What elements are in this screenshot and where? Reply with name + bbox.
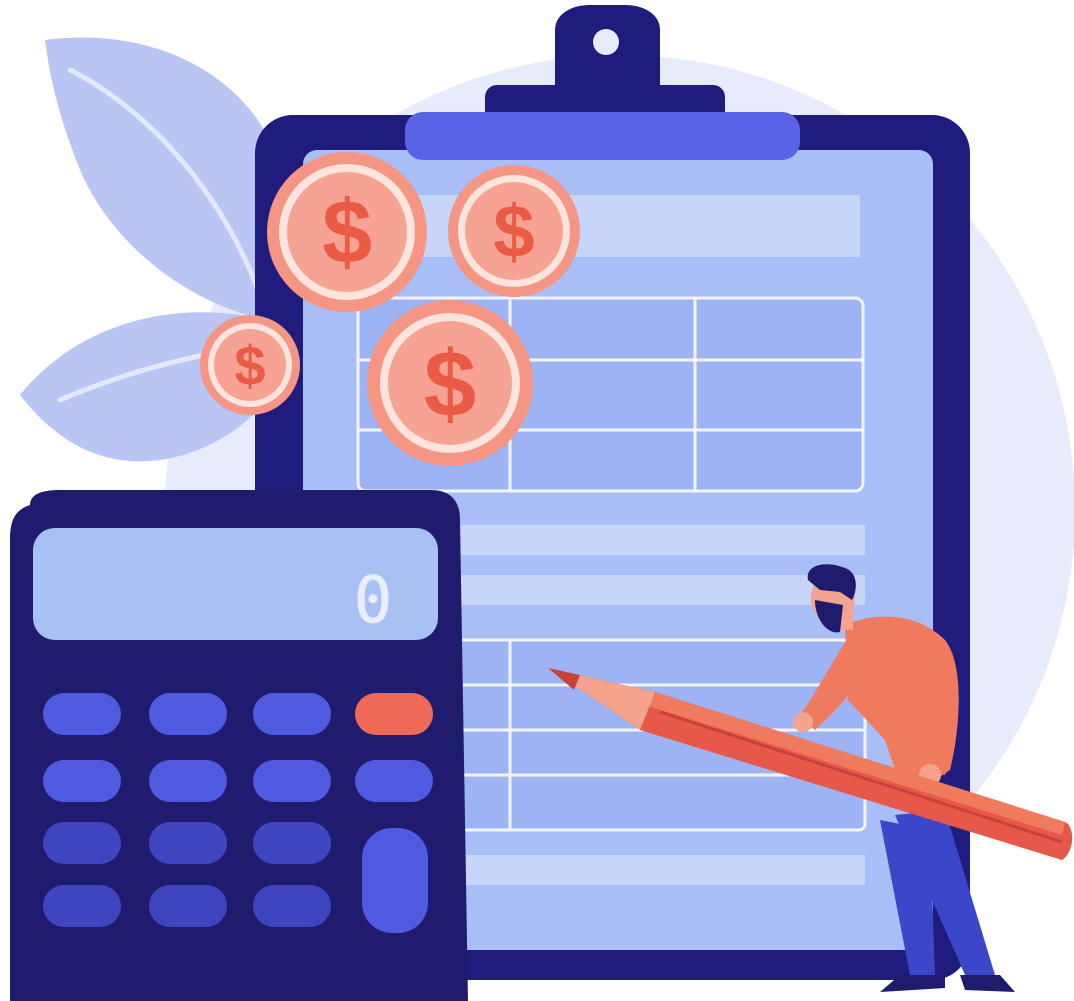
coin-symbol: $: [493, 190, 534, 273]
budget-illustration: $ $ $ $ 0: [10, 5, 1074, 1001]
calculator-key: [355, 760, 433, 802]
clipboard-clip: [405, 112, 800, 160]
leaf-icon: [45, 37, 292, 320]
calculator-key: [149, 693, 227, 735]
calculator-key: [355, 693, 433, 735]
calculator-key: [43, 822, 121, 864]
calculator-key: [43, 885, 121, 927]
calculator-key: [253, 693, 331, 735]
calculator-key: [362, 828, 428, 933]
coin-icon: $: [448, 165, 580, 297]
calculator-display-value: 0: [354, 564, 393, 638]
coin-symbol: $: [322, 183, 372, 283]
coin-icon: $: [267, 152, 427, 312]
calculator-key: [43, 760, 121, 802]
calculator-icon: 0: [10, 490, 468, 1001]
calculator-key: [149, 760, 227, 802]
calculator-key: [149, 822, 227, 864]
calculator-key: [253, 885, 331, 927]
calculator-key: [253, 760, 331, 802]
coin-icon: $: [367, 300, 533, 466]
coin-symbol: $: [424, 331, 476, 436]
calculator-key: [253, 822, 331, 864]
coin-symbol: $: [234, 334, 265, 397]
coin-icon: $: [200, 315, 300, 415]
calculator-key: [149, 885, 227, 927]
calculator-key: [43, 693, 121, 735]
